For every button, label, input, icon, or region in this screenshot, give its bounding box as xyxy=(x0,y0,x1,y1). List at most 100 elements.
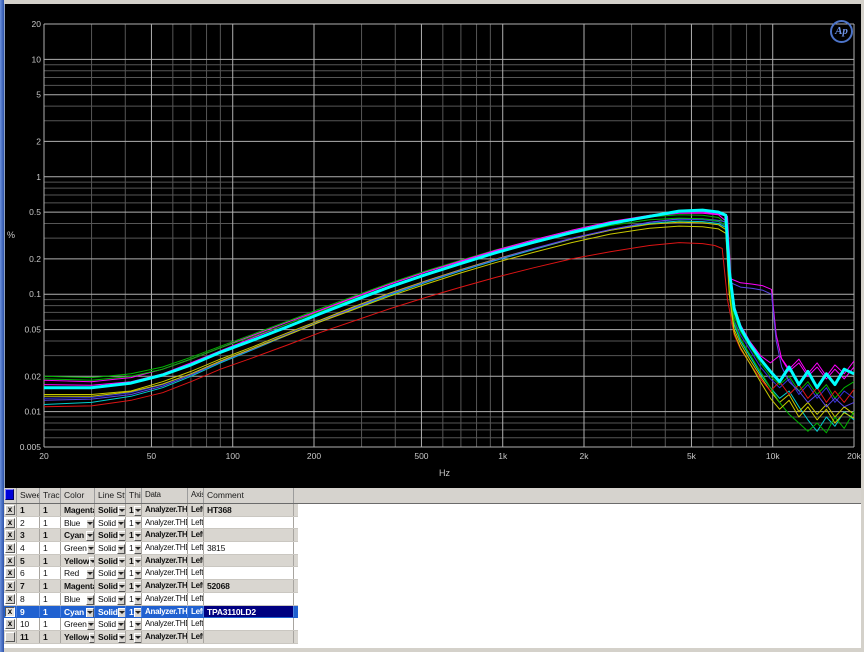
dropdown-arrow-icon[interactable] xyxy=(118,633,126,643)
axis-cell[interactable]: Left xyxy=(188,517,204,529)
sweep-number-cell[interactable]: 4 xyxy=(17,542,40,554)
table-row[interactable]: x61RedSolid1Analyzer.THD+NLeft xyxy=(4,567,298,580)
dropdown-arrow-icon[interactable] xyxy=(118,531,126,541)
dropdown-arrow-icon[interactable] xyxy=(134,620,142,630)
axis-cell[interactable]: Left xyxy=(188,542,204,554)
table-row[interactable]: x81BlueSolid1Analyzer.THD+NLeft xyxy=(4,593,298,606)
dropdown-arrow-icon[interactable] xyxy=(117,569,125,579)
line-style-cell[interactable]: Solid xyxy=(95,542,126,554)
line-style-cell[interactable]: Solid xyxy=(95,606,126,618)
line-style-cell[interactable]: Solid xyxy=(95,631,126,643)
axis-cell[interactable]: Left xyxy=(188,567,204,579)
sweep-enabled-checkbox[interactable]: x xyxy=(5,568,15,578)
axis-cell[interactable]: Left xyxy=(188,580,204,592)
sweep-number-cell[interactable]: 7 xyxy=(17,580,40,592)
header-line-style[interactable]: Line Style xyxy=(95,488,126,503)
dropdown-arrow-icon[interactable] xyxy=(117,519,125,529)
dropdown-arrow-icon[interactable] xyxy=(134,633,142,643)
header-axis[interactable]: Axis xyxy=(188,488,204,503)
thick-cell[interactable]: 1 xyxy=(126,542,142,554)
sweep-number-cell[interactable]: 11 xyxy=(17,631,40,643)
thick-cell[interactable]: 1 xyxy=(126,606,142,618)
dropdown-arrow-icon[interactable] xyxy=(87,544,95,554)
data-source-cell[interactable]: Analyzer.THD+N xyxy=(142,529,188,541)
dropdown-arrow-icon[interactable] xyxy=(86,519,94,529)
data-source-cell[interactable]: Analyzer.THD+N xyxy=(142,542,188,554)
sweep-enabled-checkbox[interactable]: x xyxy=(5,607,15,617)
sweep-enabled-checkbox[interactable]: x xyxy=(5,556,15,566)
line-style-cell[interactable]: Solid xyxy=(95,618,126,630)
color-cell[interactable]: Red xyxy=(61,567,95,579)
axis-cell[interactable]: Left xyxy=(188,529,204,541)
trace-number-cell[interactable]: 1 xyxy=(40,529,61,541)
data-source-cell[interactable]: Analyzer.THD+N xyxy=(142,555,188,567)
color-cell[interactable]: Yellow xyxy=(61,631,95,643)
thick-cell[interactable]: 1 xyxy=(126,567,142,579)
select-all-corner-cell[interactable] xyxy=(4,488,17,503)
axis-cell[interactable]: Left xyxy=(188,618,204,630)
comment-cell[interactable]: TPA3110LD2 xyxy=(204,606,294,618)
dropdown-arrow-icon[interactable] xyxy=(117,595,125,605)
comment-cell[interactable]: 3815 xyxy=(204,542,294,554)
line-style-cell[interactable]: Solid xyxy=(95,580,126,592)
data-source-cell[interactable]: Analyzer.THD+N xyxy=(142,504,188,516)
table-row[interactable]: 111YellowSolid1Analyzer.THD+NLeft xyxy=(4,631,298,644)
data-source-cell[interactable]: Analyzer.THD+N xyxy=(142,631,188,643)
axis-cell[interactable]: Left xyxy=(188,631,204,643)
sweep-enabled-checkbox[interactable]: x xyxy=(5,530,15,540)
thick-cell[interactable]: 1 xyxy=(126,580,142,592)
table-row[interactable]: x71MagentaSolid1Analyzer.THD+NLeft52068 xyxy=(4,580,298,593)
dropdown-arrow-icon[interactable] xyxy=(134,557,142,567)
axis-cell[interactable]: Left xyxy=(188,593,204,605)
comment-cell[interactable]: 52068 xyxy=(204,580,294,592)
trace-number-cell[interactable]: 1 xyxy=(40,567,61,579)
dropdown-arrow-icon[interactable] xyxy=(134,544,142,554)
dropdown-arrow-icon[interactable] xyxy=(87,620,95,630)
thick-cell[interactable]: 1 xyxy=(126,593,142,605)
data-source-cell[interactable]: Analyzer.THD+N xyxy=(142,593,188,605)
sweep-number-cell[interactable]: 3 xyxy=(17,529,40,541)
color-cell[interactable]: Cyan xyxy=(61,606,95,618)
dropdown-arrow-icon[interactable] xyxy=(118,582,126,592)
data-source-cell[interactable]: Analyzer.THD+N xyxy=(142,618,188,630)
table-row[interactable]: x21BlueSolid1Analyzer.THD+NLeft xyxy=(4,517,298,530)
color-cell[interactable]: Green xyxy=(61,618,95,630)
comment-cell[interactable] xyxy=(204,517,294,529)
dropdown-arrow-icon[interactable] xyxy=(118,506,126,516)
sweep-enabled-checkbox[interactable] xyxy=(5,632,15,642)
thick-cell[interactable]: 1 xyxy=(126,631,142,643)
color-cell[interactable]: Green xyxy=(61,542,95,554)
dropdown-arrow-icon[interactable] xyxy=(117,544,125,554)
sweep-number-cell[interactable]: 10 xyxy=(17,618,40,630)
color-cell[interactable]: Yellow xyxy=(61,555,95,567)
thick-cell[interactable]: 1 xyxy=(126,555,142,567)
table-row[interactable]: x11MagentaSolid1Analyzer.THD+NLeftHT368 xyxy=(4,504,298,517)
line-style-cell[interactable]: Solid xyxy=(95,529,126,541)
header-sweep[interactable]: Sweep xyxy=(17,488,40,503)
trace-number-cell[interactable]: 1 xyxy=(40,542,61,554)
dropdown-arrow-icon[interactable] xyxy=(118,608,126,618)
axis-cell[interactable]: Left xyxy=(188,504,204,516)
data-source-cell[interactable]: Analyzer.THD+N xyxy=(142,606,188,618)
table-row[interactable]: x51YellowSolid1Analyzer.THD+NLeft xyxy=(4,555,298,568)
sweep-enabled-checkbox[interactable]: x xyxy=(5,518,15,528)
line-style-cell[interactable]: Solid xyxy=(95,504,126,516)
comment-cell[interactable] xyxy=(204,555,294,567)
axis-cell[interactable]: Left xyxy=(188,555,204,567)
trace-number-cell[interactable]: 1 xyxy=(40,631,61,643)
sweep-number-cell[interactable]: 5 xyxy=(17,555,40,567)
header-thick[interactable]: Thick xyxy=(126,488,142,503)
dropdown-arrow-icon[interactable] xyxy=(134,531,142,541)
thick-cell[interactable]: 1 xyxy=(126,618,142,630)
color-cell[interactable]: Magenta xyxy=(61,580,95,592)
dropdown-arrow-icon[interactable] xyxy=(134,608,142,618)
dropdown-arrow-icon[interactable] xyxy=(86,531,94,541)
dropdown-arrow-icon[interactable] xyxy=(134,582,142,592)
color-cell[interactable]: Blue xyxy=(61,517,95,529)
sweep-enabled-checkbox[interactable]: x xyxy=(5,594,15,604)
data-source-cell[interactable]: Analyzer.THD+N xyxy=(142,567,188,579)
dropdown-arrow-icon[interactable] xyxy=(86,569,94,579)
trace-number-cell[interactable]: 1 xyxy=(40,580,61,592)
line-style-cell[interactable]: Solid xyxy=(95,555,126,567)
dropdown-arrow-icon[interactable] xyxy=(118,557,126,567)
